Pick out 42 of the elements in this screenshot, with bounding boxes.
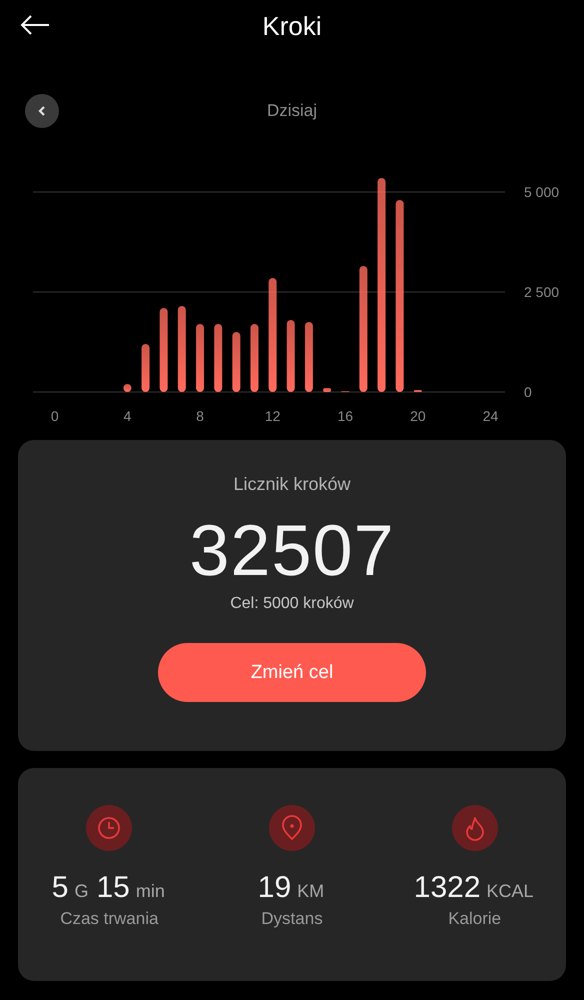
unit-label: min (136, 881, 165, 902)
step-count: 32507 (189, 511, 395, 591)
counter-title: Licznik kroków (233, 474, 351, 495)
bar (250, 324, 258, 392)
stat-label: Dystans (261, 909, 323, 929)
axis-label: 24 (482, 408, 498, 424)
location-pin-icon (268, 805, 315, 851)
chevron-left-icon (36, 105, 48, 117)
previous-day-button[interactable] (25, 94, 59, 128)
bar (323, 388, 332, 392)
axis-label: 0 (524, 384, 532, 400)
stat-value: 5 (52, 871, 68, 905)
stat-label: Czas trwania (60, 909, 158, 929)
stat-value: 1322 (414, 871, 481, 905)
bar (196, 324, 204, 392)
bar (214, 324, 222, 392)
unit-label: G (74, 881, 88, 902)
axis-label: 16 (337, 408, 354, 424)
unit-label: KM (297, 881, 324, 902)
bar (232, 332, 240, 392)
date-label: Dzisiaj (266, 101, 318, 121)
change-goal-button[interactable]: Zmień cel (158, 643, 426, 702)
stat-value: 15 (96, 871, 130, 905)
axis-label: 12 (264, 408, 280, 424)
axis-label: 0 (50, 408, 59, 424)
page-title: Kroki (262, 10, 322, 42)
flame-icon (452, 805, 498, 851)
bar (286, 320, 295, 392)
clock-icon (86, 805, 132, 851)
axis-label: 8 (196, 408, 204, 424)
axis-label: 2 500 (524, 284, 560, 300)
axis-label: 5 000 (524, 184, 560, 200)
axis-label: 4 (124, 408, 132, 424)
axis-label: 20 (410, 408, 426, 424)
bar (304, 322, 313, 392)
unit-label: KCAL (486, 881, 534, 902)
bar (142, 344, 150, 392)
stat-value: 19 (258, 871, 292, 905)
bar (123, 384, 132, 392)
goal-text: Cel: 5000 kroków (230, 595, 354, 613)
back-arrow-icon[interactable] (20, 15, 50, 35)
stat-label: Kalorie (448, 909, 502, 929)
